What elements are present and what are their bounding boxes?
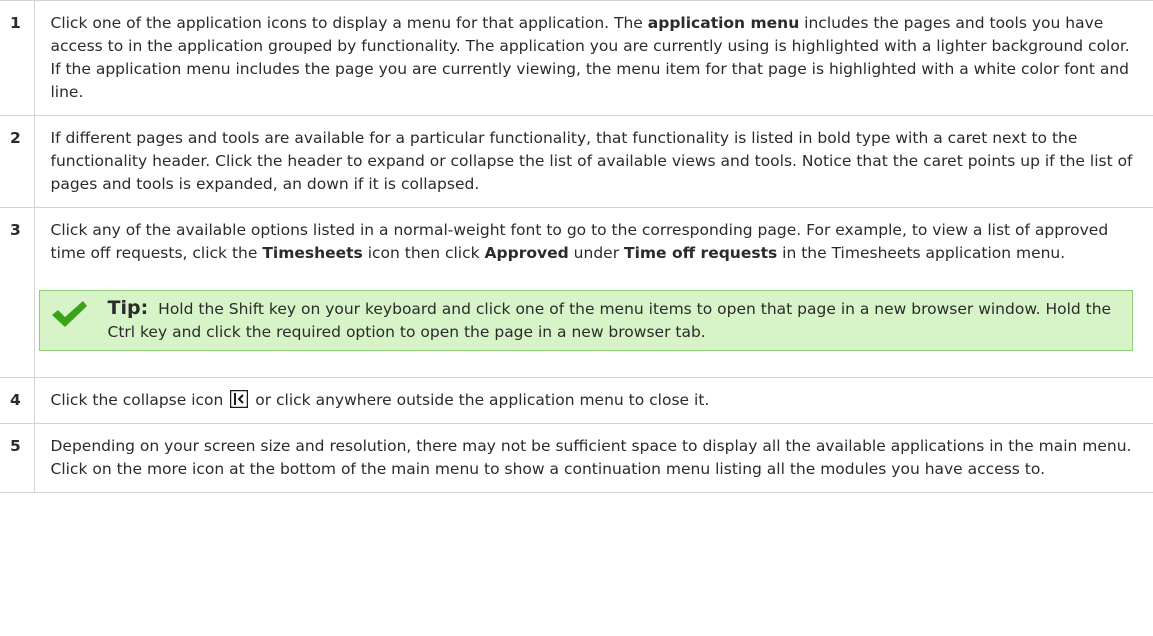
step-text: Click the collapse icon or click anywher… — [34, 377, 1153, 424]
step-number: 1 — [0, 0, 35, 116]
step-number: 3 — [0, 207, 35, 378]
step-number: 2 — [0, 115, 35, 208]
step-row: 4 Click the collapse icon or click anywh… — [0, 377, 1153, 424]
step-text: Click one of the application icons to di… — [34, 0, 1153, 116]
step-text: Depending on your screen size and resolu… — [34, 423, 1153, 493]
collapse-icon — [230, 390, 249, 408]
tip-text: Hold the Shift key on your keyboard and … — [107, 300, 1112, 341]
step-row: 3 Click any of the available options lis… — [0, 207, 1153, 378]
check-icon — [51, 301, 87, 327]
step-number: 5 — [0, 423, 35, 493]
step-number: 4 — [0, 377, 35, 424]
step-text: Click any of the available options liste… — [34, 207, 1153, 378]
step-row: 5 Depending on your screen size and reso… — [0, 423, 1153, 493]
step-paragraph: Click any of the available options liste… — [50, 221, 1109, 262]
step-row: 2 If different pages and tools are avail… — [0, 115, 1153, 208]
tip-label: Tip: — [107, 297, 149, 319]
step-text: If different pages and tools are availab… — [34, 115, 1153, 208]
steps-table: 1 Click one of the application icons to … — [0, 0, 1153, 493]
tip-box: Tip: Hold the Shift key on your keyboard … — [38, 290, 1133, 351]
step-row: 1 Click one of the application icons to … — [0, 0, 1153, 116]
